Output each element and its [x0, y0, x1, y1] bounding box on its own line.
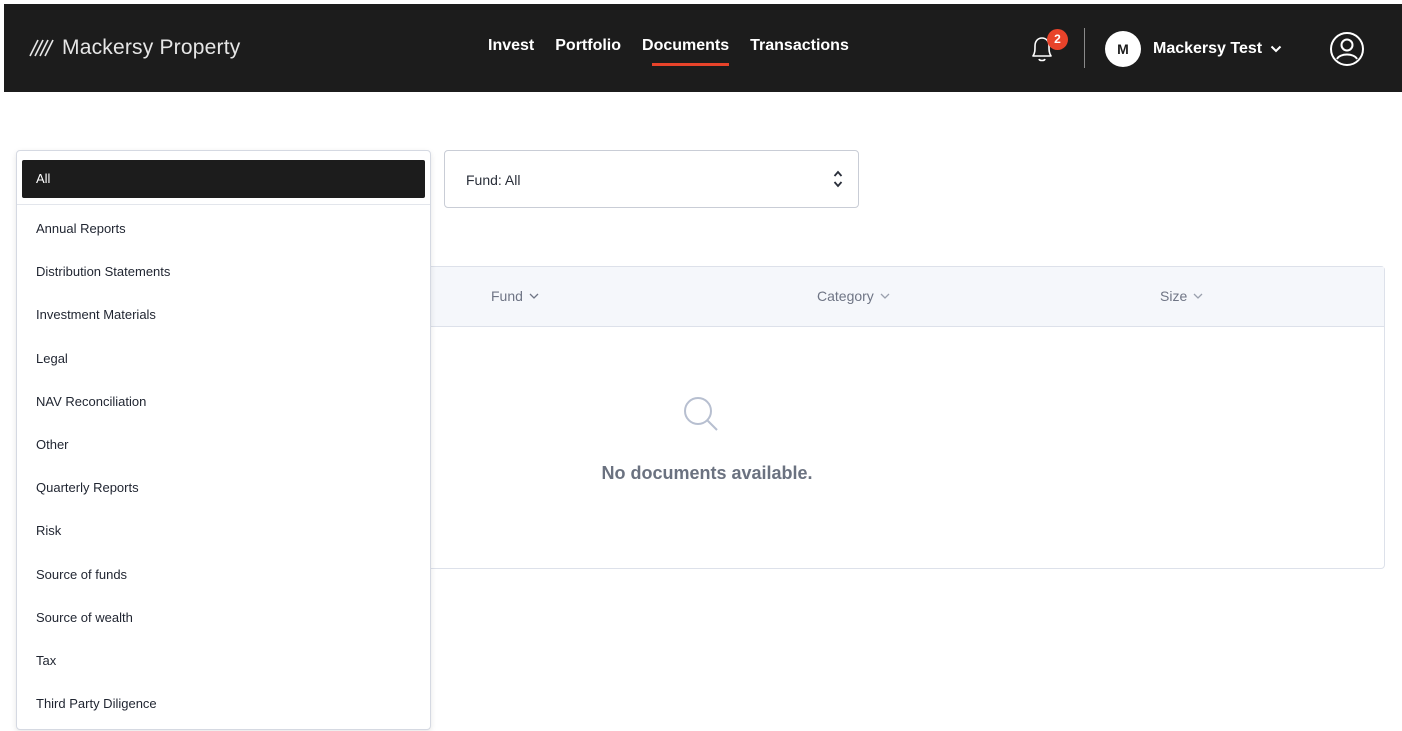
category-option[interactable]: Tax: [17, 639, 430, 682]
user-name: Mackersy Test: [1153, 40, 1263, 57]
avatar: M: [1105, 31, 1141, 67]
fund-filter-value: Fund: All: [466, 172, 521, 188]
select-arrows-icon: [833, 170, 843, 188]
column-header-category[interactable]: Category: [817, 288, 891, 304]
nav-transactions[interactable]: Transactions: [750, 37, 849, 55]
column-label-fund: Fund: [491, 288, 523, 304]
category-option[interactable]: Risk: [17, 509, 430, 552]
dropdown-divider: [17, 204, 430, 205]
brand-name: Mackersy Property: [62, 36, 241, 59]
nav-invest[interactable]: Invest: [488, 37, 534, 55]
main-nav: Invest Portfolio Documents Transactions: [488, 37, 849, 66]
nav-documents[interactable]: Documents: [642, 37, 730, 66]
column-label-size: Size: [1160, 288, 1188, 304]
category-option[interactable]: Legal: [17, 337, 430, 380]
brand-logo[interactable]: Mackersy Property: [28, 36, 240, 60]
brand-mark-icon: [29, 39, 54, 57]
category-option[interactable]: Other: [17, 423, 430, 466]
category-option[interactable]: Source of funds: [17, 553, 430, 596]
category-option[interactable]: Distribution Statements: [17, 250, 430, 293]
category-option[interactable]: Quarterly Reports: [17, 466, 430, 509]
top-navigation-bar: Mackersy Property Invest Portfolio Docum…: [4, 4, 1402, 92]
category-option[interactable]: Annual Reports: [17, 207, 430, 250]
category-option[interactable]: Source of wealth: [17, 596, 430, 639]
category-option-selected[interactable]: All: [22, 160, 425, 198]
sort-caret-icon: [529, 293, 539, 299]
column-header-size[interactable]: Size: [1160, 288, 1204, 304]
sort-caret-icon: [1193, 293, 1203, 299]
category-option[interactable]: Third Party Diligence: [17, 682, 430, 725]
fund-filter-select[interactable]: Fund: All: [444, 150, 859, 208]
search-icon: [684, 397, 718, 431]
category-filter-dropdown[interactable]: All Annual Reports Distribution Statemen…: [16, 150, 431, 730]
user-circle-icon[interactable]: [1328, 30, 1366, 68]
user-menu[interactable]: M Mackersy Test: [1105, 31, 1282, 67]
nav-portfolio[interactable]: Portfolio: [555, 37, 621, 55]
column-label-category: Category: [817, 288, 874, 304]
category-option-list: Annual Reports Distribution Statements I…: [17, 207, 430, 725]
category-option[interactable]: Investment Materials: [17, 293, 430, 336]
chevron-down-icon: [1270, 45, 1282, 53]
notifications-button[interactable]: 2: [1027, 29, 1068, 67]
notification-badge: 2: [1047, 29, 1068, 50]
column-header-fund[interactable]: Fund: [491, 288, 540, 304]
category-option[interactable]: NAV Reconciliation: [17, 380, 430, 423]
sort-caret-icon: [880, 293, 890, 299]
header-divider: [1084, 28, 1085, 68]
